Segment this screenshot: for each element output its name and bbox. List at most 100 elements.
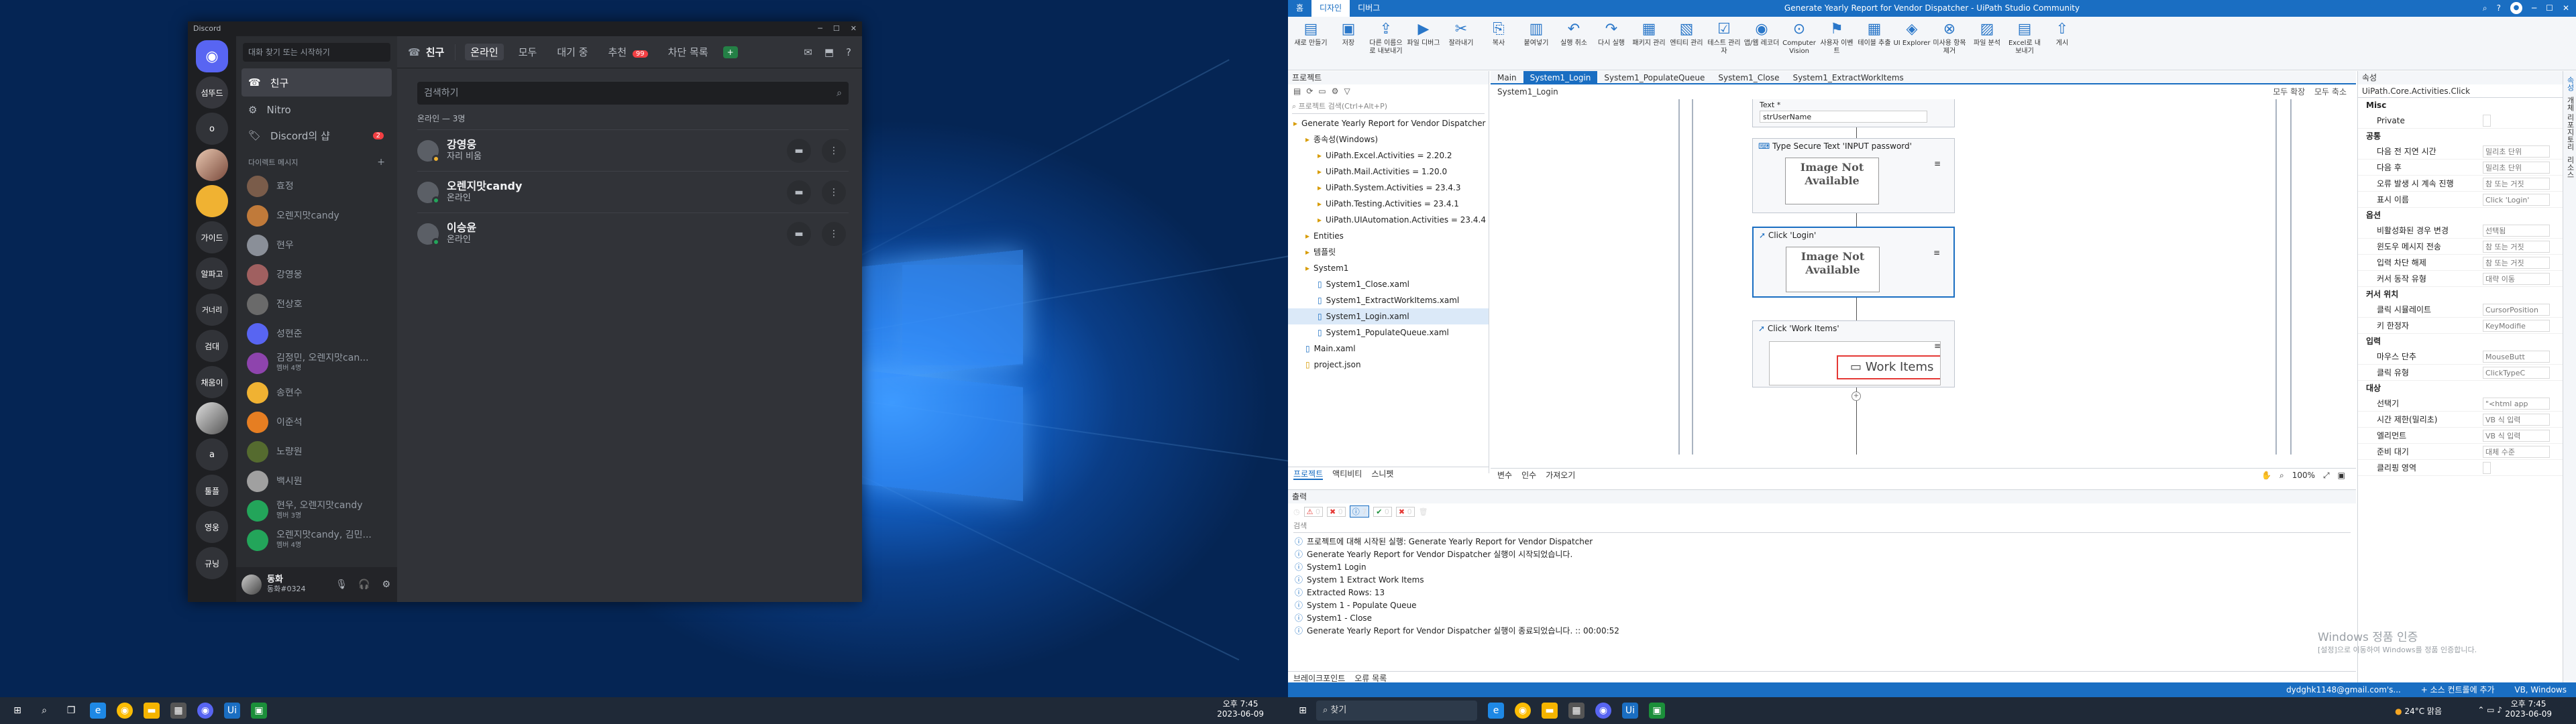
output-line[interactable]: ⓘ Generate Yearly Report for Vendor Dispa… — [1288, 625, 2356, 638]
output-search-input[interactable]: 검색 — [1293, 520, 2351, 533]
output-line[interactable]: ⓘ System 1 - Populate Queue — [1288, 599, 2356, 612]
output-line[interactable]: ⓘ Extracted Rows: 13 — [1288, 587, 2356, 599]
entity-button[interactable]: ▧ 엔티티 관리 — [1668, 19, 1705, 66]
property-section[interactable]: 커서 위치 — [2358, 287, 2563, 302]
tab-blocked[interactable]: 차단 목록 — [663, 44, 714, 60]
server-icon[interactable]: o — [196, 113, 228, 145]
clock[interactable]: 오후 7:45 2023-06-09 — [1217, 699, 1264, 719]
tray-icons[interactable]: ⌃ ▭ ♪ — [2477, 705, 2502, 715]
dm-item[interactable]: 현우 — [241, 231, 392, 260]
file-explorer-icon[interactable]: ▬ — [1542, 703, 1558, 719]
tree-item[interactable]: ▸ System1 — [1288, 260, 1489, 276]
tree-item[interactable]: ▯ project.json — [1288, 357, 1489, 373]
document-tab[interactable]: System1_Login — [1523, 71, 1598, 84]
activity-click-work-items[interactable]: ➚ Click 'Work Items' ▭ Work Items ≡ — [1752, 320, 1955, 387]
tree-item[interactable]: ▸ UiPath.Mail.Activities = 1.20.0 — [1288, 164, 1489, 180]
copy-button[interactable]: ⎘ 복사 — [1480, 19, 1517, 66]
start-icon[interactable]: ⊞ — [9, 703, 25, 719]
add-friend-button[interactable]: + — [722, 46, 738, 58]
property-section[interactable]: 대상 — [2358, 381, 2563, 396]
search-icon[interactable]: ⌕ — [2279, 469, 2284, 481]
server-icon[interactable]: 툴플 — [196, 475, 228, 507]
property-section[interactable]: 입력 — [2358, 334, 2563, 349]
property-value-field[interactable]: ClickTypeC — [2483, 367, 2550, 379]
friend-row[interactable]: 오렌지맛candy 온라인 ▬ ⋮ — [417, 171, 849, 213]
refresh-icon[interactable]: ⟳ — [1306, 86, 1313, 96]
tree-item[interactable]: ▸ UiPath.UIAutomation.Activities = 23.4.4 — [1288, 212, 1489, 228]
server-icon[interactable]: 채움이 — [196, 366, 228, 398]
property-value-field[interactable]: KeyModifie — [2483, 320, 2550, 332]
publish-button[interactable]: ⇧ 게시 — [2043, 19, 2081, 66]
friend-row[interactable]: 이승윤 온라인 ▬ ⋮ — [417, 213, 849, 254]
overview-icon[interactable]: ▣ — [2338, 469, 2345, 481]
redo-button[interactable]: ↷ 다시 실행 — [1593, 19, 1630, 66]
dm-item[interactable]: 강영웅 — [241, 260, 392, 290]
menu-icon[interactable]: ≡ — [1934, 159, 1941, 168]
document-tab[interactable]: System1_ExtractWorkItems — [1786, 71, 1910, 84]
tab-all[interactable]: 모두 — [513, 44, 543, 60]
vision-button[interactable]: ⊙ Computer Vision — [1780, 19, 1818, 66]
breadcrumb[interactable]: System1_Login — [1497, 87, 1558, 97]
help-icon[interactable]: ? — [2497, 0, 2501, 17]
add-to-source-control[interactable]: + 소스 컨트롤에 추가 — [2421, 685, 2495, 695]
assistant-icon[interactable]: ▣ — [251, 703, 267, 719]
dm-item[interactable]: 전상호 — [241, 290, 392, 319]
activity-type-secure-text[interactable]: ⌨ Type Secure Text 'INPUT password' Imag… — [1752, 138, 1955, 213]
tree-item[interactable]: ▯ System1_Close.xaml — [1288, 276, 1489, 292]
inbox-icon[interactable]: ⬒ — [824, 46, 834, 58]
excel-button[interactable]: ▤ Excel로 내보내기 — [2006, 19, 2043, 66]
server-icon[interactable]: a — [196, 438, 228, 471]
export-button[interactable]: ⇪ 다른 이름으로 내보내기 — [1367, 19, 1405, 66]
taskbar-search[interactable]: ⌕ 찾기 — [1316, 701, 1477, 721]
tab-suggestions[interactable]: 추천 99 — [602, 44, 653, 60]
document-tab[interactable]: System1_Close — [1711, 71, 1786, 84]
settings-gear-icon[interactable]: ⚙ — [1332, 86, 1339, 96]
dm-item[interactable]: 송현수 — [241, 378, 392, 408]
package-button[interactable]: ▦ 패키지 관리 — [1630, 19, 1668, 66]
user-account[interactable]: dydghk1148@gmail.com's... — [2286, 685, 2401, 695]
property-value-field[interactable]: 참 또는 거짓 — [2483, 257, 2550, 269]
chrome-icon[interactable]: ◉ — [117, 703, 133, 719]
test-button[interactable]: ☑ 테스트 관리자 — [1705, 19, 1743, 66]
new-group-dm-icon[interactable]: ✉ — [804, 46, 812, 58]
tab-pending[interactable]: 대기 중 — [551, 44, 593, 60]
collapse-all-button[interactable]: 모두 축소 — [2314, 87, 2347, 97]
tree-item[interactable]: ▯ System1_PopulateQueue.xaml — [1288, 324, 1489, 341]
property-section[interactable]: Misc — [2358, 98, 2563, 113]
headphones-icon[interactable]: 🎧 — [358, 579, 370, 590]
avatar[interactable] — [241, 575, 262, 595]
text-value-field[interactable]: strUserName — [1760, 111, 1927, 123]
more-button[interactable]: ⋮ — [822, 180, 846, 204]
property-value-field[interactable]: CursorPosition — [2483, 304, 2550, 316]
search-icon[interactable]: ⌕ — [36, 703, 52, 719]
property-value-field[interactable]: 참 또는 거짓 — [2483, 178, 2550, 190]
project-search-input[interactable]: ⌕ 프로젝트 검색(Ctrl+Alt+P) — [1292, 99, 1485, 114]
uipath-icon[interactable]: Ui — [1622, 703, 1638, 719]
dm-item[interactable]: 현우, 오렌지맛candy 멤버 3명 — [241, 496, 392, 526]
tab-activities[interactable]: 액티비티 — [1332, 467, 1362, 480]
project-language[interactable]: VB, Windows — [2514, 685, 2567, 695]
server-icon[interactable]: 섬뚜드 — [196, 76, 228, 109]
property-value-field[interactable]: 밀리초 단위 — [2483, 162, 2550, 174]
message-button[interactable]: ▬ — [787, 222, 811, 246]
tab-online[interactable]: 온라인 — [465, 44, 504, 60]
new-button[interactable]: ▤ 새로 만들기 — [1292, 19, 1330, 66]
server-icon[interactable] — [196, 149, 228, 181]
menu-icon[interactable]: ≡ — [1934, 341, 1941, 351]
clear-icon[interactable]: 🗑 — [1419, 507, 1428, 516]
home-button[interactable]: ◉ — [196, 40, 228, 72]
uipath-icon[interactable]: Ui — [224, 703, 240, 719]
tree-item[interactable]: ▯ System1_Login.xaml — [1288, 308, 1489, 324]
app-icon[interactable]: ▦ — [1568, 703, 1585, 719]
tab-design[interactable]: 디자인 — [1311, 0, 1350, 17]
tree-item[interactable]: ▸ 템플릿 — [1288, 244, 1489, 260]
tab-resources[interactable]: 리소스 — [2565, 156, 2575, 178]
property-value-field[interactable]: VB 식 입력 — [2483, 430, 2550, 442]
file-explorer-icon[interactable]: ▬ — [144, 703, 160, 719]
dm-item[interactable]: 오렌지맛candy, 김민... 멤버 4명 — [241, 526, 392, 555]
tree-item[interactable]: ▸ UiPath.System.Activities = 23.4.3 — [1288, 180, 1489, 196]
dm-search-input[interactable]: 대화 찾기 또는 시작하기 — [243, 43, 390, 62]
tab-properties-side[interactable]: 속성 — [2565, 76, 2575, 91]
maximize-icon[interactable]: ☐ — [2546, 0, 2553, 17]
dm-item[interactable]: 효정 — [241, 172, 392, 201]
